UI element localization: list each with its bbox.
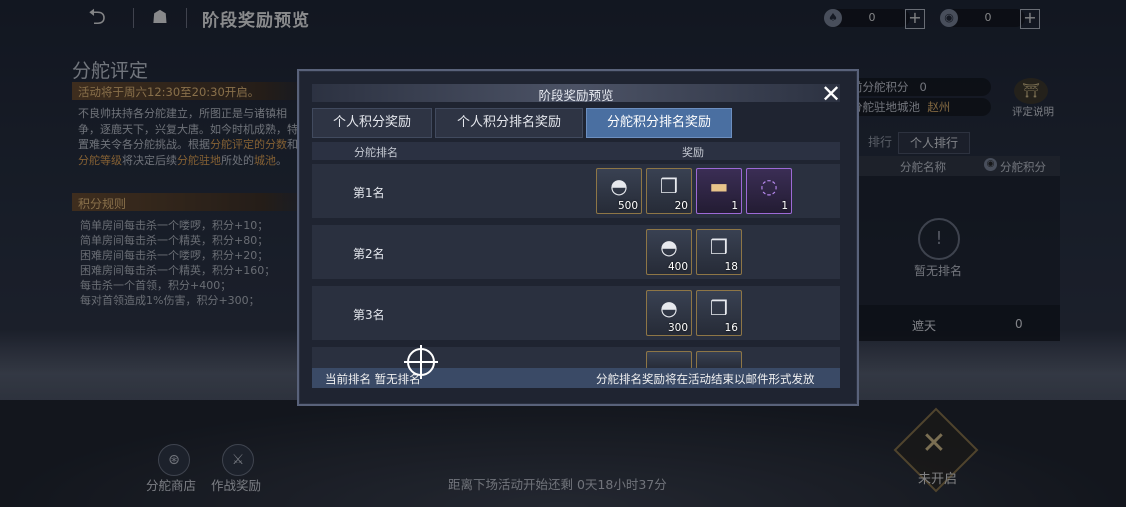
reward-row <box>312 347 840 368</box>
rank-label: 第3名 <box>353 308 385 322</box>
item-qty: 300 <box>667 322 688 334</box>
col-reward: 奖励 <box>682 146 704 159</box>
reward-row <box>312 286 840 340</box>
reward-item[interactable]: ◓ 300 <box>646 290 692 336</box>
close-icon[interactable]: ✕ <box>818 82 844 108</box>
item-qty: 400 <box>667 261 688 273</box>
item-qty: 1 <box>781 200 788 212</box>
rank-label: 第1名 <box>353 186 385 200</box>
reward-item[interactable] <box>646 351 692 369</box>
item-qty: 1 <box>731 200 738 212</box>
silver-ingot-icon: ◓ <box>660 296 678 320</box>
reward-item[interactable]: ▬ 1 <box>696 168 742 214</box>
item-qty: 18 <box>724 261 738 273</box>
col-rank: 分舵排名 <box>354 146 398 159</box>
reward-item[interactable] <box>696 351 742 369</box>
tab-personal-rank-reward[interactable]: 个人积分排名奖励 <box>435 108 583 138</box>
scroll-token-icon: ❒ <box>660 174 678 198</box>
item-qty: 500 <box>617 200 638 212</box>
reward-item[interactable]: ❒ 20 <box>646 168 692 214</box>
scroll-token-icon: ❒ <box>710 235 728 259</box>
item-qty: 16 <box>724 322 738 334</box>
reward-item[interactable]: ❒ 16 <box>696 290 742 336</box>
reward-item[interactable]: ◓ 400 <box>646 229 692 275</box>
reward-item[interactable]: ❒ 18 <box>696 229 742 275</box>
tab-branch-rank-reward[interactable]: 分舵积分排名奖励 <box>586 108 732 138</box>
title-plaque-icon: ▬ <box>709 174 729 198</box>
reward-item[interactable]: ◌ 1 <box>746 168 792 214</box>
purple-aura-icon: ◌ <box>760 174 778 198</box>
current-rank-text: 当前排名 暂无排名 <box>325 372 421 386</box>
reward-delivery-note: 分舵排名奖励将在活动结束以邮件形式发放 <box>596 372 815 386</box>
modal-title: 阶段奖励预览 <box>538 88 614 103</box>
rank-label: 第2名 <box>353 247 385 261</box>
reward-item[interactable]: ◓ 500 <box>596 168 642 214</box>
tab-personal-score-reward[interactable]: 个人积分奖励 <box>312 108 432 138</box>
crosshair-cursor-icon <box>404 345 438 379</box>
reward-row <box>312 225 840 279</box>
item-qty: 20 <box>674 200 688 212</box>
silver-ingot-icon: ◓ <box>660 235 678 259</box>
scroll-token-icon: ❒ <box>710 296 728 320</box>
silver-ingot-icon: ◓ <box>610 174 628 198</box>
